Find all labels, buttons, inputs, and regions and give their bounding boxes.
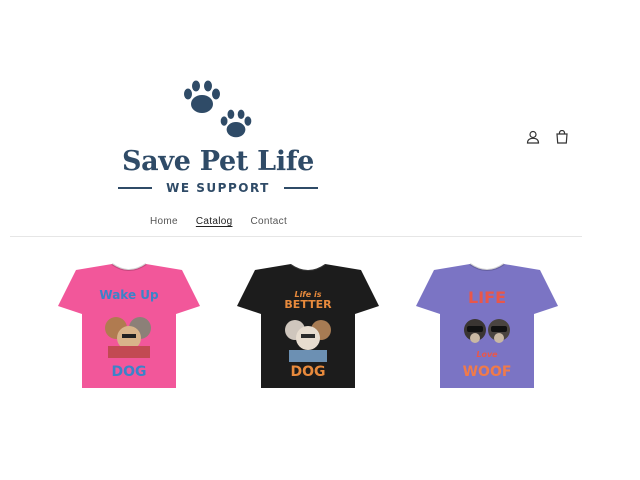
brand-subtitle-row: WE SUPPORT bbox=[118, 179, 318, 197]
divider-line bbox=[118, 187, 152, 189]
product-card[interactable]: Wake Up DOG bbox=[54, 262, 204, 394]
paw-print-icon bbox=[184, 80, 220, 113]
brand-logo[interactable]: Save Pet Life WE SUPPORT bbox=[118, 78, 318, 198]
brand-subtitle: WE SUPPORT bbox=[166, 181, 270, 195]
shirt-graphic: LIFE Love WOOF bbox=[454, 288, 520, 380]
user-icon bbox=[526, 130, 540, 144]
account-button[interactable] bbox=[521, 125, 545, 149]
graphic-bottom-text: DOG bbox=[111, 364, 147, 380]
shirt-graphic: Life is BETTER DOG bbox=[275, 288, 341, 380]
shirt-graphic: Wake Up DOG bbox=[96, 288, 162, 380]
brand-title: Save Pet Life bbox=[121, 146, 315, 177]
dog-illustration bbox=[285, 320, 331, 362]
divider-line bbox=[284, 187, 318, 189]
nav-link-contact[interactable]: Contact bbox=[250, 216, 287, 232]
cart-button[interactable] bbox=[550, 125, 574, 149]
graphic-bottom-text: WOOF bbox=[462, 364, 512, 380]
header-divider bbox=[10, 236, 582, 237]
nav-link-catalog[interactable]: Catalog bbox=[196, 216, 233, 232]
dog-illustration bbox=[105, 317, 151, 358]
site-header: Save Pet Life WE SUPPORT Home Catalog Co… bbox=[0, 0, 640, 240]
shopping-bag-icon bbox=[556, 130, 568, 144]
paw-print-icon bbox=[220, 109, 252, 138]
graphic-script-text: Love bbox=[476, 350, 498, 359]
graphic-bottom-text: DOG bbox=[290, 364, 326, 380]
main-navigation: Home Catalog Contact bbox=[150, 216, 305, 232]
product-card[interactable]: LIFE Love WOOF bbox=[412, 262, 562, 394]
graphic-top-text: Wake Up bbox=[99, 288, 159, 302]
graphic-top-text: LIFE bbox=[467, 288, 506, 307]
graphic-top-text: BETTER bbox=[284, 298, 332, 311]
nav-link-home[interactable]: Home bbox=[150, 216, 178, 232]
product-card[interactable]: Life is BETTER DOG bbox=[233, 262, 383, 394]
